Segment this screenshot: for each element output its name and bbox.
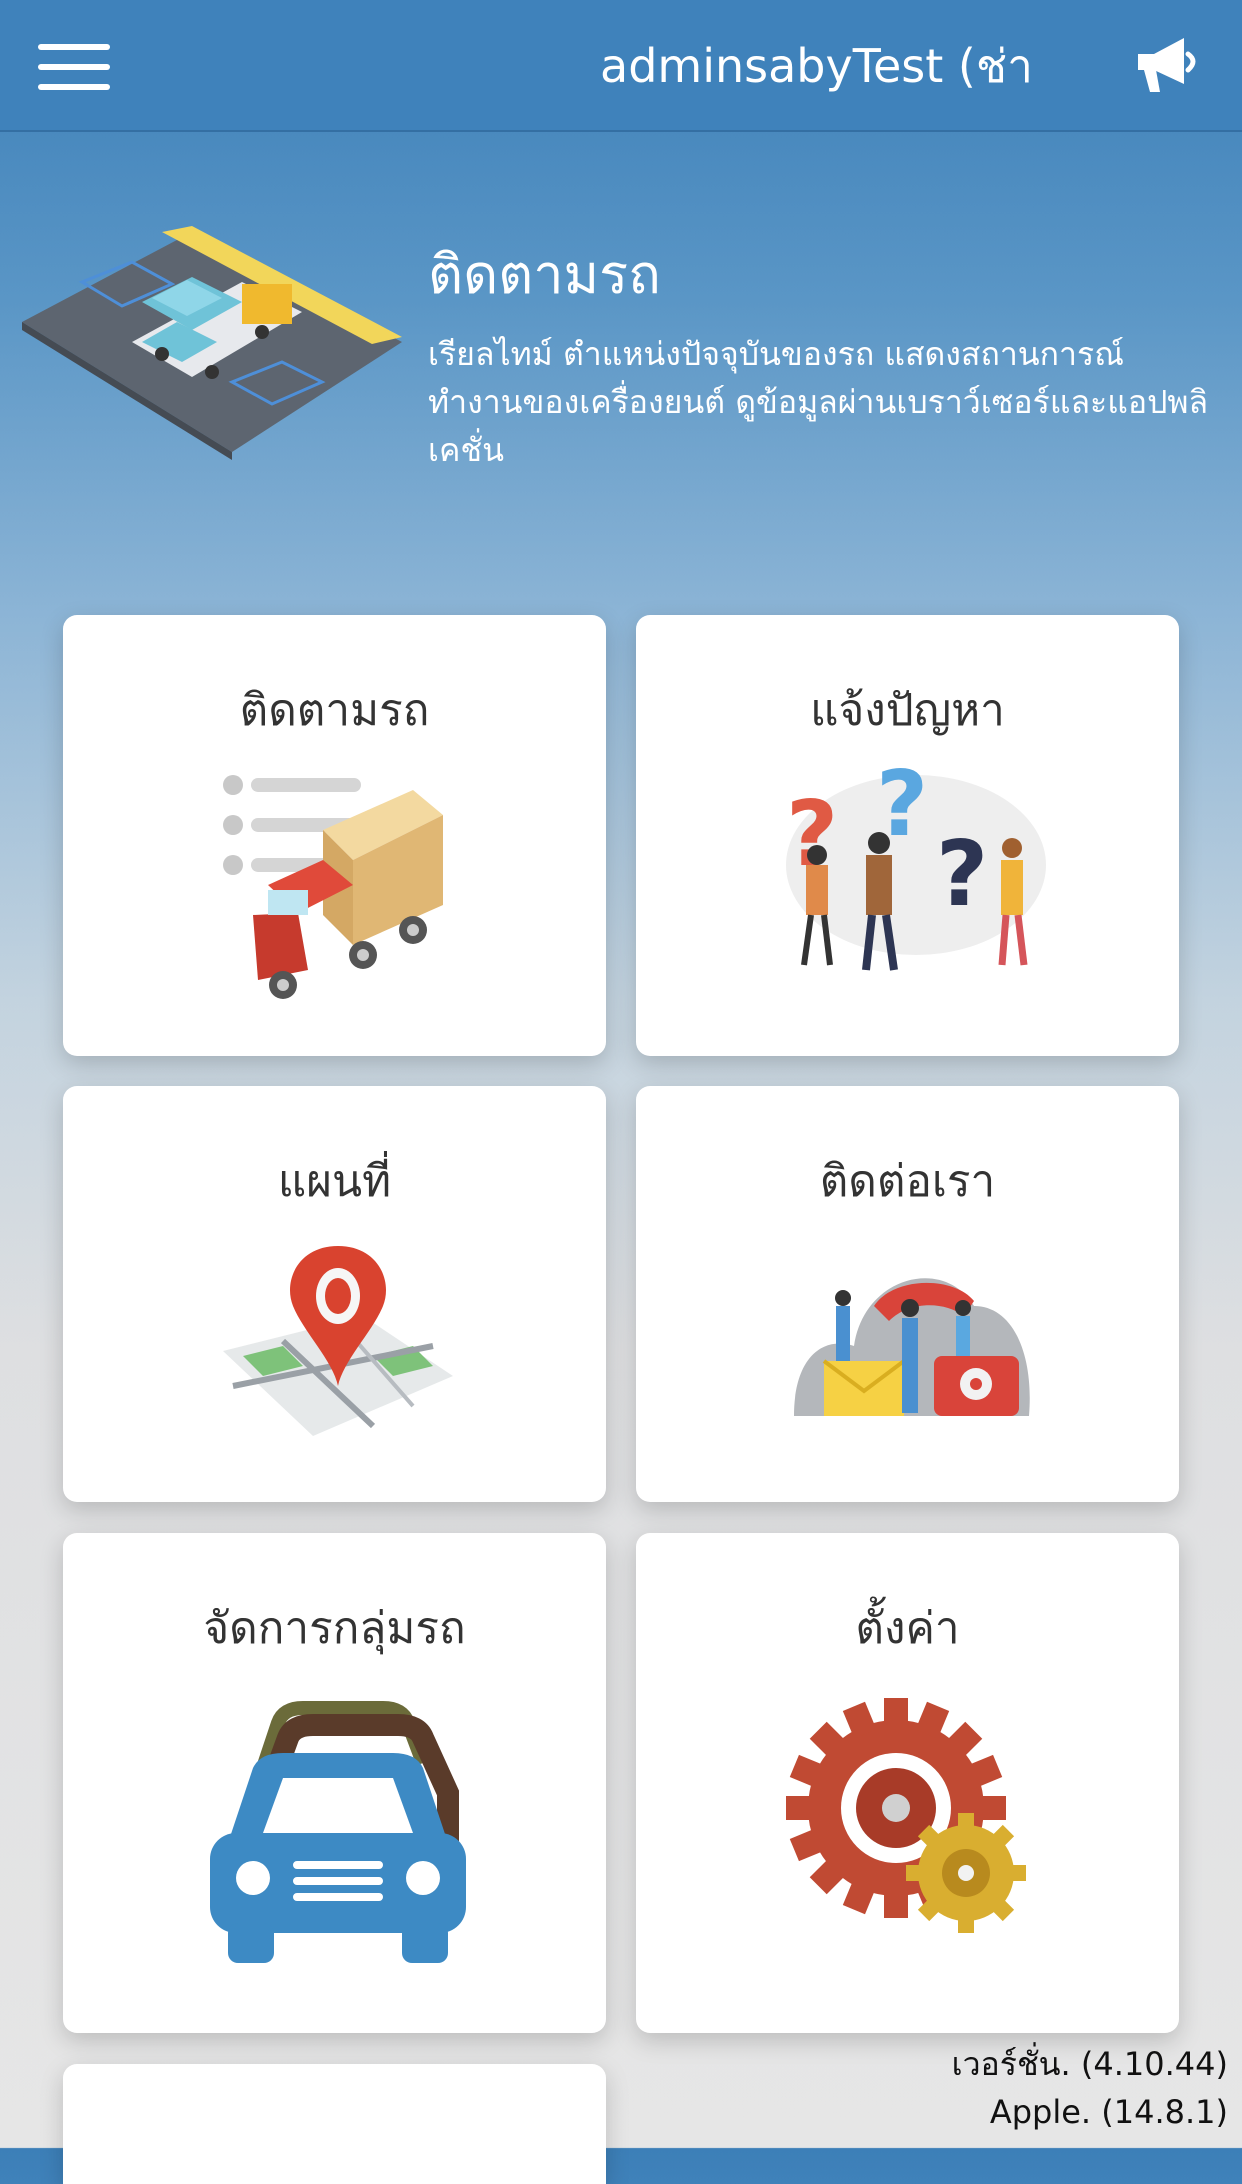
version-info: เวอร์ชั่น. (4.10.44) Apple. (14.8.1) xyxy=(952,2040,1228,2136)
contact-phone-icon xyxy=(794,1278,1030,1416)
menu-card-track-vehicle[interactable]: ติดตามรถ xyxy=(63,615,606,1056)
megaphone-icon[interactable] xyxy=(1132,34,1200,96)
menu-card-report-problem[interactable]: แจ้งปัญหา ? ? ? xyxy=(636,615,1179,1056)
car-fleet-icon xyxy=(210,1701,466,1963)
menu-card-label: แจ้งปัญหา xyxy=(810,685,1005,736)
hero-description: เรียลไทม์ ตำแหน่งปัจจุบันของรถ แสดงสถานก… xyxy=(428,335,1209,469)
menu-card-map[interactable]: แผนที่ xyxy=(63,1086,606,1502)
svg-text:?: ? xyxy=(936,822,988,927)
hero-title: ติดตามรถ xyxy=(428,243,661,306)
menu-card-label: แผนที่ xyxy=(277,1156,392,1207)
question-people-icon: ? ? ? xyxy=(786,765,1046,971)
platform-version: Apple. (14.8.1) xyxy=(989,2093,1228,2131)
menu-card-label: จัดการกลุ่มรถ xyxy=(203,1603,466,1654)
menu-card-contact-us[interactable]: ติดต่อเรา xyxy=(636,1086,1179,1502)
menu-card-settings[interactable]: ตั้งค่า xyxy=(636,1533,1179,2033)
menu-card-label: ติดตามรถ xyxy=(239,685,430,736)
menu-card-partial[interactable] xyxy=(63,2064,606,2184)
header-title: adminsabyTest (ช่าง xyxy=(600,39,1032,93)
map-pin-icon xyxy=(223,1246,453,1436)
app-version: เวอร์ชั่น. (4.10.44) xyxy=(951,2045,1228,2083)
truck-tracking-icon xyxy=(223,775,443,999)
menu-card-manage-fleet[interactable]: จัดการกลุ่มรถ xyxy=(63,1533,606,2033)
app-header: adminsabyTest (ช่าง xyxy=(0,0,1242,132)
hamburger-menu-icon[interactable] xyxy=(38,44,110,90)
tow-truck-illustration xyxy=(22,226,402,460)
menu-card-label: ตั้งค่า xyxy=(855,1603,960,1654)
gear-icon xyxy=(786,1698,1026,1933)
menu-card-label: ติดต่อเรา xyxy=(819,1156,996,1207)
